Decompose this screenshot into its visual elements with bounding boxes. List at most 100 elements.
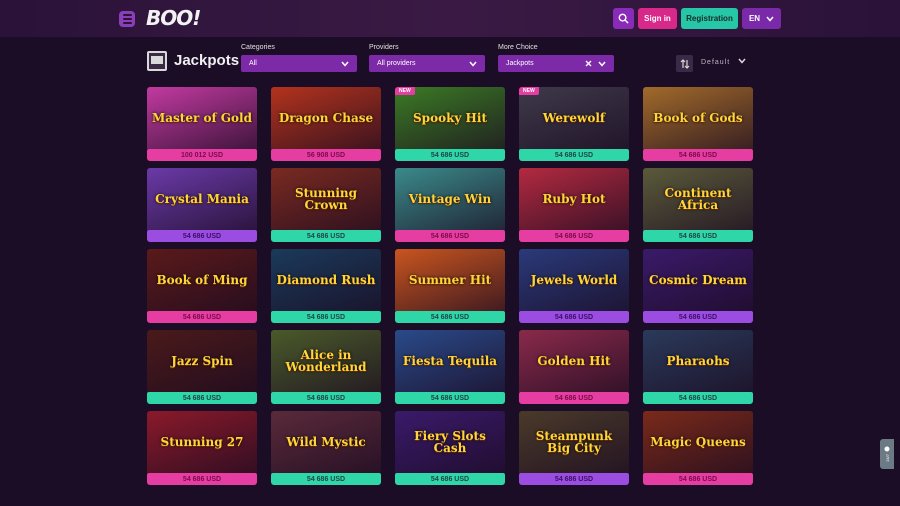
game-thumbnail: Cosmic Dream [643,249,753,311]
registration-button[interactable]: Registration [681,8,738,29]
game-tile[interactable]: Stunning Crown 54 686 USD [271,168,381,242]
game-tile[interactable]: Crystal Mania 54 686 USD [147,168,257,242]
game-tile[interactable]: Spooky Hit NEW 54 686 USD [395,87,505,161]
game-title: Alice in Wonderland [285,348,367,374]
jackpot-amount: 54 686 USD [395,473,505,485]
jackpot-amount: 54 686 USD [147,473,257,485]
chevron-down-icon [341,61,349,67]
game-thumbnail: Diamond Rush [271,249,381,311]
game-title: Steampunk Big City [535,429,613,455]
game-thumbnail: Ruby Hot [519,168,629,230]
jackpot-amount: 54 686 USD [643,311,753,323]
jackpot-amount: 54 686 USD [147,392,257,404]
game-tile[interactable]: Stunning 27 54 686 USD [147,411,257,485]
game-thumbnail: Stunning Crown [271,168,381,230]
game-title: Fiesta Tequila [402,354,498,368]
game-tile[interactable]: Jewels World 54 686 USD [519,249,629,323]
jackpot-amount: 54 686 USD [395,311,505,323]
game-tile[interactable]: Wild Mystic 54 686 USD [271,411,381,485]
top-header: BOO! Sign in Registration EN [0,0,900,37]
game-tile[interactable]: Cosmic Dream 54 686 USD [643,249,753,323]
language-label: EN [748,14,761,23]
menu-icon-line [122,18,132,20]
game-thumbnail: Summer Hit [395,249,505,311]
jackpot-amount: 54 686 USD [519,473,629,485]
chevron-down-icon [469,61,477,67]
game-tile[interactable]: Werewolf NEW 54 686 USD [519,87,629,161]
sort-select[interactable]: Default [701,59,730,66]
game-tile[interactable]: Steampunk Big City 54 686 USD [519,411,629,485]
categories-select[interactable]: All [241,55,357,72]
game-thumbnail: Alice in Wonderland [271,330,381,392]
live-chat-tab[interactable]: 24/7 [880,439,894,469]
game-title: Dragon Chase [278,111,374,125]
game-title: Fiery Slots Cash [414,429,486,455]
game-tile[interactable]: Golden Hit 54 686 USD [519,330,629,404]
jackpot-amount: 56 908 USD [271,149,381,161]
language-select[interactable]: EN [742,8,781,29]
game-tile[interactable]: Book of Ming 54 686 USD [147,249,257,323]
page-title: Jackpots [174,52,240,69]
game-tile[interactable]: Dragon Chase 56 908 USD [271,87,381,161]
game-thumbnail: Golden Hit [519,330,629,392]
game-title: Spooky Hit [413,111,487,125]
game-thumbnail: Fiery Slots Cash [395,411,505,473]
sort-order-button[interactable] [676,55,693,72]
providers-select[interactable]: All providers [369,55,485,72]
game-title: Magic Queens [650,435,746,449]
game-tile[interactable]: Diamond Rush 54 686 USD [271,249,381,323]
more-choice-value: Jackpots [506,60,534,67]
site-logo[interactable]: BOO! [146,6,201,30]
jackpot-amount: 54 686 USD [519,230,629,242]
menu-button[interactable] [119,11,135,27]
game-title: Cosmic Dream [649,273,747,287]
game-grid: Master of Gold 100 012 USD Dragon Chase 56 … [147,87,753,485]
game-title: Continent Africa [664,186,732,212]
jackpot-amount: 54 686 USD [395,149,505,161]
new-badge: NEW [519,87,539,95]
game-thumbnail: Master of Gold [147,87,257,149]
more-choice-label: More Choice [498,44,538,51]
game-tile[interactable]: Summer Hit 54 686 USD [395,249,505,323]
game-tile[interactable]: Ruby Hot 54 686 USD [519,168,629,242]
menu-icon-line [122,22,132,24]
game-thumbnail: Pharaohs [643,330,753,392]
game-title: Master of Gold [151,111,253,125]
game-tile[interactable]: Alice in Wonderland 54 686 USD [271,330,381,404]
jackpot-amount: 54 686 USD [395,392,505,404]
menu-icon-line [122,14,132,16]
chevron-down-icon[interactable] [738,58,746,64]
jackpot-amount: 54 686 USD [643,473,753,485]
jackpot-amount: 100 012 USD [147,149,257,161]
game-title: Diamond Rush [276,273,376,287]
game-thumbnail: Book of Ming [147,249,257,311]
game-tile[interactable]: Pharaohs 54 686 USD [643,330,753,404]
game-tile[interactable]: Continent Africa 54 686 USD [643,168,753,242]
more-choice-select[interactable]: Jackpots [498,55,614,72]
game-title: Pharaohs [666,354,730,368]
game-tile[interactable]: Fiery Slots Cash 54 686 USD [395,411,505,485]
game-thumbnail: Spooky Hit [395,87,505,149]
game-title: Golden Hit [537,354,611,368]
game-tile[interactable]: Master of Gold 100 012 USD [147,87,257,161]
game-tile[interactable]: Vintage Win 54 686 USD [395,168,505,242]
game-tile[interactable]: Fiesta Tequila 54 686 USD [395,330,505,404]
jackpot-amount: 54 686 USD [271,473,381,485]
jackpot-amount: 54 686 USD [147,311,257,323]
sign-in-button[interactable]: Sign in [638,8,677,29]
jackpot-amount: 54 686 USD [643,392,753,404]
chat-icon [884,446,890,452]
game-tile[interactable]: Jazz Spin 54 686 USD [147,330,257,404]
search-button[interactable] [613,8,634,29]
providers-value: All providers [377,60,416,67]
game-tile[interactable]: Book of Gods 54 686 USD [643,87,753,161]
game-tile[interactable]: Magic Queens 54 686 USD [643,411,753,485]
jackpot-amount: 54 686 USD [519,149,629,161]
live-chat-label: 24/7 [884,454,890,462]
close-icon[interactable] [585,60,592,67]
game-thumbnail: Werewolf [519,87,629,149]
categories-label: Categories [241,44,275,51]
game-title: Stunning Crown [294,186,358,212]
chevron-down-icon [598,61,606,67]
jackpot-amount: 54 686 USD [643,149,753,161]
